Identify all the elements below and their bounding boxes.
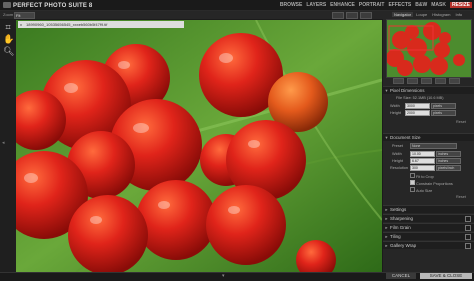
nav-zoom-fit-button[interactable] <box>393 78 404 84</box>
pixel-height-label: Height <box>390 111 401 115</box>
image-canvas[interactable] <box>16 20 382 272</box>
nav-zoom-out-button[interactable] <box>435 78 446 84</box>
mode-layers[interactable]: LAYERS <box>306 2 326 8</box>
hand-tool-icon[interactable]: ✋ <box>3 34 14 44</box>
document-tab[interactable]: x 18990960_10535656545_xxxeb560b5f47f9.ti… <box>18 21 184 28</box>
tool-strip <box>0 20 16 272</box>
resolution-unit[interactable]: pixels/inch <box>436 165 461 171</box>
view-button-3[interactable] <box>360 12 372 19</box>
section-pixel-dimensions[interactable]: ▾ Pixel Dimensions <box>383 86 474 94</box>
section-title: Pixel Dimensions <box>390 88 425 93</box>
section-gallery-wrap[interactable]: ▸ Gallery Wrap <box>383 241 474 249</box>
pixel-reset-button[interactable]: Reset <box>456 120 466 124</box>
view-button-1[interactable] <box>332 12 344 19</box>
pixel-width-field[interactable]: 3000 <box>405 103 430 109</box>
nav-zoom-100-button[interactable] <box>407 78 418 84</box>
chevron-right-icon: ▸ <box>385 216 388 221</box>
chevron-right-icon: ▸ <box>385 225 388 230</box>
section-settings[interactable]: ▸ Settings <box>383 205 474 213</box>
close-tab-icon[interactable]: x <box>20 21 22 28</box>
doc-height-field[interactable]: 6.67 <box>410 158 435 164</box>
mode-portrait[interactable]: PORTRAIT <box>359 2 385 8</box>
section-title: Film Grain <box>390 225 411 230</box>
navigator-zoom-buttons <box>393 78 460 84</box>
mode-mask[interactable]: MASK <box>431 2 446 8</box>
sharpening-toggle[interactable] <box>465 216 471 222</box>
mode-effects[interactable]: EFFECTS <box>388 2 411 8</box>
view-buttons <box>332 12 372 19</box>
mode-browse[interactable]: BROWSE <box>280 2 303 8</box>
fit-to-crop-checkbox[interactable] <box>410 173 415 178</box>
chevron-right-icon: ▸ <box>385 207 388 212</box>
chevron-down-icon: ▾ <box>385 135 388 140</box>
doc-reset-button[interactable]: Reset <box>456 195 466 199</box>
zoom-label: Zoom <box>3 12 14 17</box>
doc-width-label: Width <box>392 152 402 156</box>
mode-bw[interactable]: B&W <box>415 2 427 8</box>
cancel-button[interactable]: CANCEL <box>386 273 416 279</box>
nav-zoom-in-button[interactable] <box>421 78 432 84</box>
pixel-width-unit[interactable]: pixels <box>431 103 456 109</box>
tab-loupe[interactable]: Loupe <box>414 12 429 17</box>
pixel-height-unit[interactable]: pixels <box>431 110 456 116</box>
pixel-height-field[interactable]: 2000 <box>405 110 430 116</box>
app-title: PERFECT PHOTO SUITE 8 <box>13 3 93 9</box>
navigator-tabs: Navigator Loupe Histogram Info <box>392 12 464 17</box>
doc-width-field[interactable]: 10.00 <box>410 151 435 157</box>
nav-zoom-fill-button[interactable] <box>449 78 460 84</box>
chevron-right-icon: ▸ <box>385 243 388 248</box>
zoom-tool-icon[interactable]: 🔍︎ <box>3 46 14 56</box>
crop-tool-icon[interactable]: ⌗ <box>3 22 13 32</box>
document-tab-title: 18990960_10535656545_xxxeb560b5f47f9.tif <box>26 22 108 27</box>
chevron-right-icon: ▸ <box>385 234 388 239</box>
navigator-thumbnail[interactable] <box>386 19 472 78</box>
collapse-left-icon[interactable]: ◂ <box>2 140 5 146</box>
section-title: Sharpening <box>390 216 414 221</box>
preset-select[interactable]: None <box>410 143 457 149</box>
file-size-text: File Size: 52.1MB (10.6 MB) <box>396 96 444 100</box>
resolution-field[interactable]: 300 <box>410 165 435 171</box>
mode-enhance[interactable]: ENHANCE <box>330 2 355 8</box>
preset-label: Preset <box>392 144 403 148</box>
fit-to-crop-label: Fit to Crop <box>416 175 434 179</box>
constrain-label: Constrain Proportions <box>416 182 453 186</box>
section-title: Document Size <box>390 135 421 140</box>
resolution-label: Resolution <box>390 166 408 170</box>
auto-size-label: Auto Size <box>416 189 433 193</box>
chevron-down-icon: ▾ <box>385 88 388 93</box>
tab-info[interactable]: Info <box>453 12 464 17</box>
logo-icon <box>3 2 11 8</box>
fit-to-crop-option[interactable]: Fit to Crop <box>410 173 434 179</box>
app-logo: PERFECT PHOTO SUITE 8 <box>3 2 92 9</box>
options-bar <box>0 11 383 19</box>
tab-navigator[interactable]: Navigator <box>392 12 414 17</box>
mode-resize[interactable]: RESIZE <box>449 2 472 8</box>
collapse-bottom-icon[interactable]: ▾ <box>222 273 225 279</box>
navigator-preview <box>387 20 471 77</box>
constrain-checkbox[interactable] <box>410 180 415 185</box>
tab-histogram[interactable]: Histogram <box>430 12 452 17</box>
section-document-size[interactable]: ▾ Document Size <box>383 133 474 141</box>
doc-height-unit[interactable]: inches <box>436 158 461 164</box>
photo-tomatoes <box>16 20 382 272</box>
section-title: Tiling <box>390 234 401 239</box>
constrain-option[interactable]: Constrain Proportions <box>410 180 453 186</box>
doc-width-unit[interactable]: inches <box>436 151 461 157</box>
auto-size-option[interactable]: Auto Size <box>410 187 432 193</box>
auto-size-checkbox[interactable] <box>410 187 415 192</box>
tiling-toggle[interactable] <box>465 234 471 240</box>
pixel-width-label: Width <box>390 104 400 108</box>
section-tiling[interactable]: ▸ Tiling <box>383 232 474 240</box>
mode-tabs: BROWSE LAYERS ENHANCE PORTRAIT EFFECTS B… <box>280 2 472 8</box>
view-button-2[interactable] <box>346 12 358 19</box>
save-close-button[interactable]: SAVE & CLOSE <box>420 273 472 279</box>
film-grain-toggle[interactable] <box>465 225 471 231</box>
section-title: Settings <box>390 207 407 212</box>
section-title: Gallery Wrap <box>390 243 417 248</box>
zoom-select[interactable]: Fit <box>14 12 35 19</box>
gallery-wrap-toggle[interactable] <box>465 243 471 249</box>
doc-height-label: Height <box>392 159 403 163</box>
section-sharpening[interactable]: ▸ Sharpening <box>383 214 474 222</box>
section-film-grain[interactable]: ▸ Film Grain <box>383 223 474 231</box>
